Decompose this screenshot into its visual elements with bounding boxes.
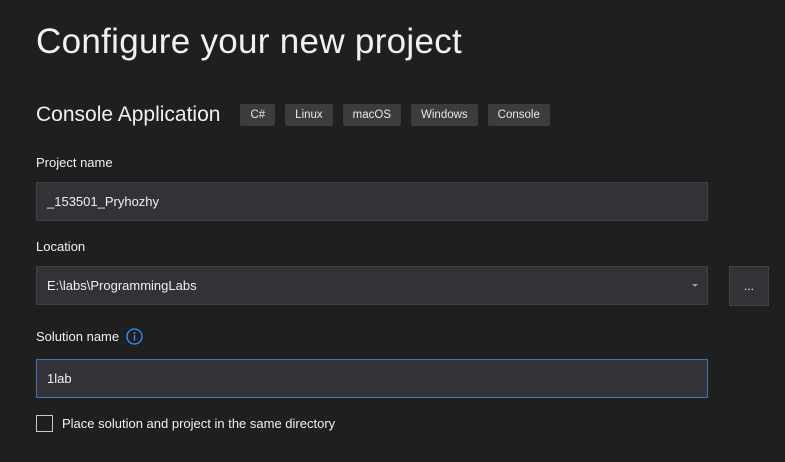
chevron-down-icon[interactable] [692,284,698,287]
tag-linux: Linux [285,104,333,126]
project-name-label: Project name [36,155,113,170]
same-directory-option[interactable]: Place solution and project in the same d… [36,415,335,432]
info-circle-icon[interactable] [126,328,143,345]
same-directory-checkbox[interactable] [36,415,53,432]
browse-button[interactable]: ... [729,266,769,306]
project-name-input[interactable]: _153501_Pryhozhy [36,182,708,221]
location-label: Location [36,239,86,254]
location-dropdown[interactable]: E:\labs\ProgrammingLabs [36,266,708,305]
tag-macos: macOS [342,104,402,126]
solution-name-input[interactable]: 1lab [36,359,708,398]
tag-console: Console [487,104,550,126]
template-name: Console Application [36,103,221,126]
location-value: E:\labs\ProgrammingLabs [47,278,197,293]
tag-csharp: C# [240,104,276,126]
same-directory-label: Place solution and project in the same d… [62,416,336,431]
configure-project-dialog: Configure your new project Console Appli… [0,0,785,462]
page-title: Configure your new project [36,22,463,61]
solution-name-label-row: Solution name [36,328,143,345]
solution-name-label: Solution name [36,329,120,344]
template-header: Console Application C# Linux macOS Windo… [36,100,560,130]
tag-windows: Windows [411,104,478,126]
